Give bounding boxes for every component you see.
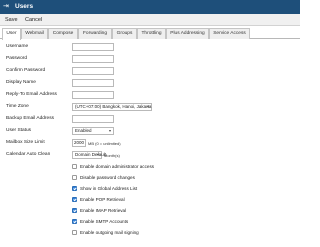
backup-email-label: Backup Email Address bbox=[6, 116, 54, 121]
cancel-button[interactable]: Cancel bbox=[23, 15, 44, 25]
display-name-label: Display Name bbox=[6, 80, 36, 85]
calendar-clean-value: Domain Default bbox=[75, 152, 107, 157]
tab-webmail[interactable]: Webmail bbox=[21, 28, 48, 39]
tab-plus-addressing[interactable]: Plus Addressing bbox=[166, 28, 209, 39]
password-input[interactable] bbox=[72, 55, 114, 63]
time-zone-value: (UTC+07:00) Bangkok, Hanoi, Jakarta bbox=[75, 104, 152, 109]
confirm-password-input[interactable] bbox=[72, 67, 114, 75]
tab-service-access[interactable]: Service Access bbox=[209, 28, 250, 39]
dropdown-caret-icon: ▾ bbox=[96, 152, 99, 157]
imap-retrieval-label: Enable IMAP Retrieval bbox=[80, 208, 127, 213]
user-status-select[interactable]: Enabled ▾ bbox=[72, 127, 114, 135]
tab-throttling[interactable]: Throttling bbox=[137, 28, 166, 39]
tab-user[interactable]: User bbox=[2, 28, 21, 40]
time-zone-select[interactable]: (UTC+07:00) Bangkok, Hanoi, Jakarta ▾ bbox=[72, 103, 152, 111]
confirm-password-label: Confirm Password bbox=[6, 68, 46, 73]
user-status-value: Enabled bbox=[75, 128, 92, 133]
smtp-accounts-label: Enable SMTP Accounts bbox=[80, 219, 129, 224]
toolbar: Save Cancel bbox=[0, 14, 300, 26]
time-zone-label: Time Zone bbox=[6, 104, 29, 109]
disable-password-changes-checkbox[interactable] bbox=[72, 175, 77, 180]
global-address-list-checkbox[interactable] bbox=[72, 186, 77, 191]
username-input[interactable] bbox=[72, 43, 114, 51]
outgoing-mail-signing-checkbox[interactable] bbox=[72, 230, 77, 235]
backup-email-input[interactable] bbox=[72, 115, 114, 123]
pop-retrieval-checkbox[interactable] bbox=[72, 197, 77, 202]
calendar-clean-label: Calendar Auto Clean bbox=[6, 152, 51, 157]
save-button[interactable]: Save bbox=[3, 15, 20, 25]
tab-bar: User Webmail Compose Forwarding Groups T… bbox=[0, 28, 300, 40]
window-title: Users bbox=[15, 3, 34, 10]
calendar-clean-select[interactable]: Domain Default ▾ bbox=[72, 151, 106, 159]
disable-password-changes-label: Disable password changes bbox=[80, 175, 135, 180]
mailbox-size-hint: MB (0 = unlimited) bbox=[88, 141, 121, 146]
imap-retrieval-checkbox[interactable] bbox=[72, 208, 77, 213]
username-label: Username bbox=[6, 44, 29, 49]
calendar-clean-unit: Month(s) bbox=[104, 153, 120, 158]
tab-forwarding[interactable]: Forwarding bbox=[78, 28, 112, 39]
display-name-input[interactable] bbox=[72, 79, 114, 87]
pop-retrieval-label: Enable POP Retrieval bbox=[80, 197, 125, 202]
mailbox-size-input[interactable]: 2000 bbox=[72, 139, 86, 147]
user-status-label: User Status bbox=[6, 128, 32, 133]
tab-compose[interactable]: Compose bbox=[48, 28, 78, 39]
reply-to-input[interactable] bbox=[72, 91, 114, 99]
global-address-list-label: Show in Global Address List bbox=[80, 186, 138, 191]
password-label: Password bbox=[6, 56, 28, 61]
tab-groups[interactable]: Groups bbox=[112, 28, 137, 39]
dropdown-caret-icon: ▾ bbox=[146, 104, 149, 109]
dropdown-caret-icon: ▾ bbox=[108, 128, 111, 133]
smtp-accounts-checkbox[interactable] bbox=[72, 219, 77, 224]
domain-admin-checkbox[interactable] bbox=[72, 164, 77, 169]
domain-admin-label: Enable domain administrator access bbox=[80, 164, 155, 169]
outgoing-mail-signing-label: Enable outgoing mail signing bbox=[80, 230, 139, 235]
mailbox-size-label: Mailbox Size Limit bbox=[6, 140, 45, 145]
collapse-panel-icon[interactable]: ⇥ bbox=[3, 3, 9, 11]
window-titlebar: ⇥ Users bbox=[0, 0, 300, 14]
reply-to-label: Reply-To Email Address bbox=[6, 92, 57, 97]
